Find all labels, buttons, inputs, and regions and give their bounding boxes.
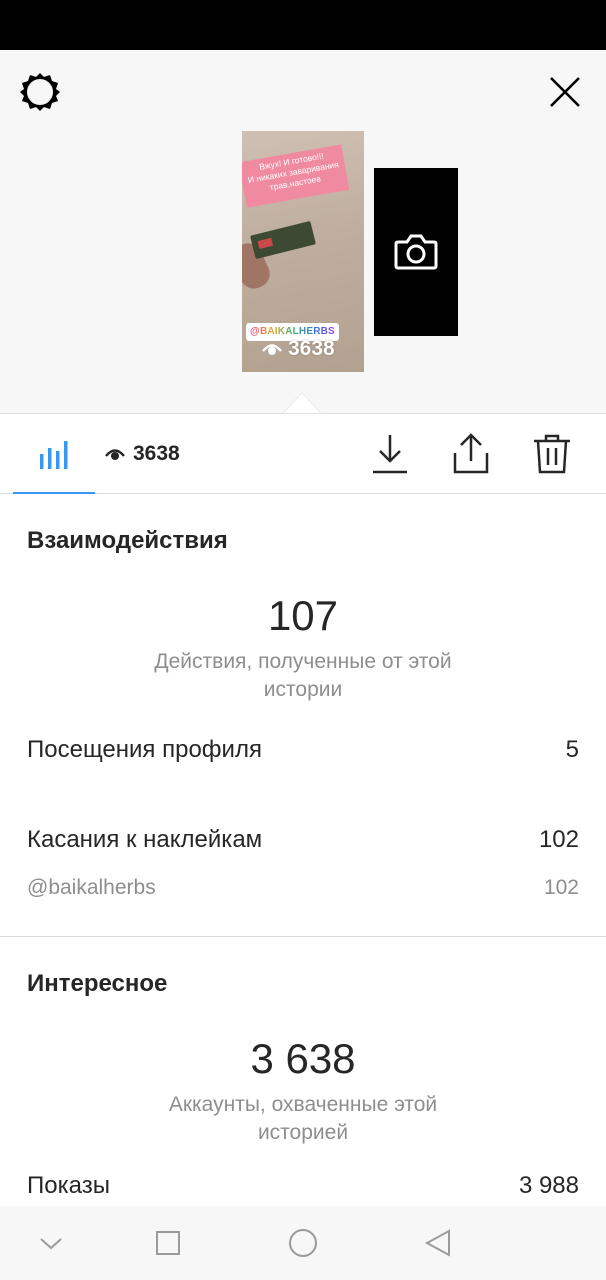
eye-icon [262,344,282,355]
impressions-value: 3 988 [518,1172,579,1199]
discovery-caption: Аккаунты, охваченные этой историей [168,1093,438,1144]
story-toolbar: 3638 [0,413,606,494]
viewers-count: 3638 [133,442,180,465]
trash-icon [534,434,570,474]
share-button[interactable] [449,432,493,476]
selected-story-pointer [284,393,320,413]
sticker-mention-label[interactable]: @baikalherbs [27,876,156,900]
nav-home-button[interactable] [281,1221,325,1265]
discovery-title: Интересное [27,970,168,997]
share-icon [453,433,489,474]
circle-icon [289,1229,317,1257]
interactions-caption: Действия, полученные от этой истории [154,650,452,701]
interactions-total: 107 [267,592,339,639]
story-caption: Вжух! И готово!!! И никаких заваривания … [242,144,350,208]
story-product-image [250,220,316,260]
delete-button[interactable] [530,432,574,476]
profile-visits-value: 5 [565,736,579,763]
settings-button[interactable] [18,70,62,114]
profile-visits-label: Посещения профиля [27,736,262,763]
gear-icon [20,73,60,111]
close-button[interactable] [545,72,585,112]
tab-insights[interactable] [13,414,95,494]
story-thumbnail[interactable]: Вжух! И готово!!! И никаких заваривания … [242,131,364,372]
eye-icon [105,449,125,460]
download-icon [373,435,407,474]
close-icon [550,77,580,107]
chevron-down-icon [40,1238,62,1250]
bar-chart-icon [40,441,68,469]
nav-back-button[interactable] [416,1221,460,1265]
add-story-card[interactable] [374,168,458,336]
triangle-back-icon [424,1229,450,1257]
camera-icon [394,234,438,270]
system-nav-bar [0,1206,606,1280]
tab-viewers[interactable]: 3638 [105,414,180,494]
story-preview-area: Вжух! И готово!!! И никаких заваривания … [0,50,606,413]
square-icon [156,1231,180,1255]
download-button[interactable] [368,432,412,476]
nav-recents-button[interactable] [146,1221,190,1265]
discovery-total: 3 638 [250,1035,356,1082]
section-divider [0,936,606,937]
story-views: 3638 [262,337,335,361]
nav-hide-button[interactable] [29,1221,73,1265]
interactions-title: Взаимодействия [27,527,228,554]
status-bar [0,0,606,50]
sticker-mention-value: 102 [543,876,579,899]
impressions-label: Показы [27,1172,110,1199]
sticker-taps-label: Касания к наклейкам [27,826,263,853]
sticker-taps-value: 102 [538,826,579,853]
